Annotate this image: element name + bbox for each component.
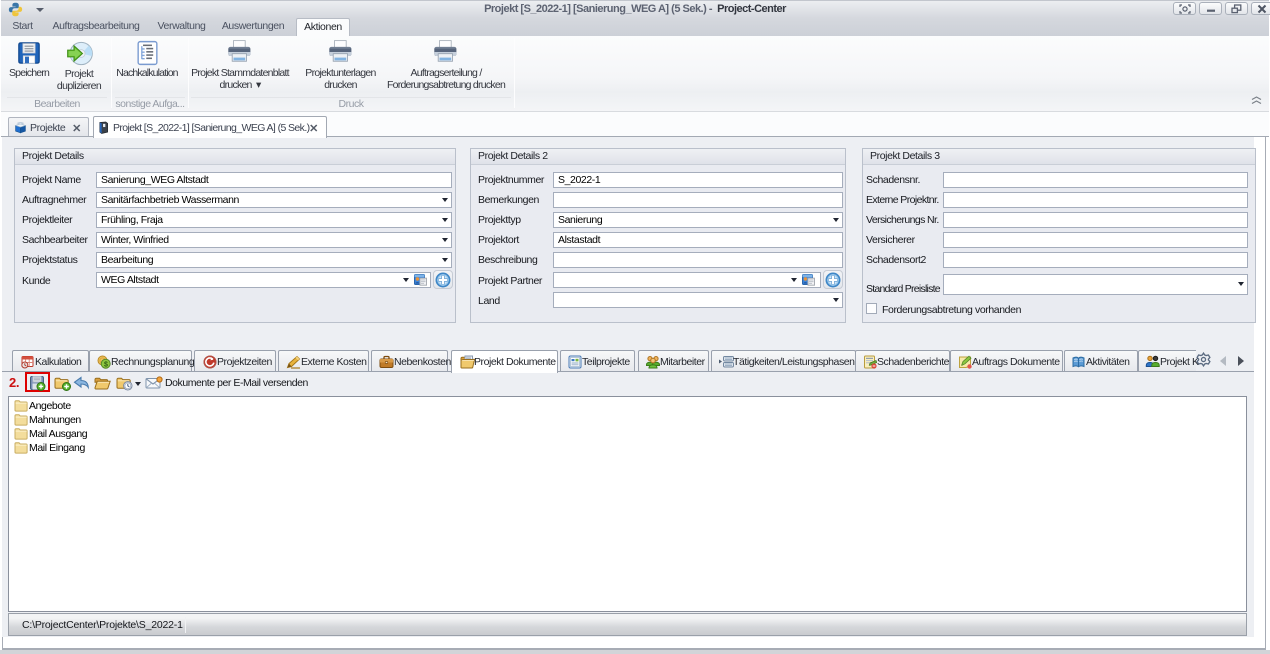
- svg-text:$: $: [104, 361, 108, 368]
